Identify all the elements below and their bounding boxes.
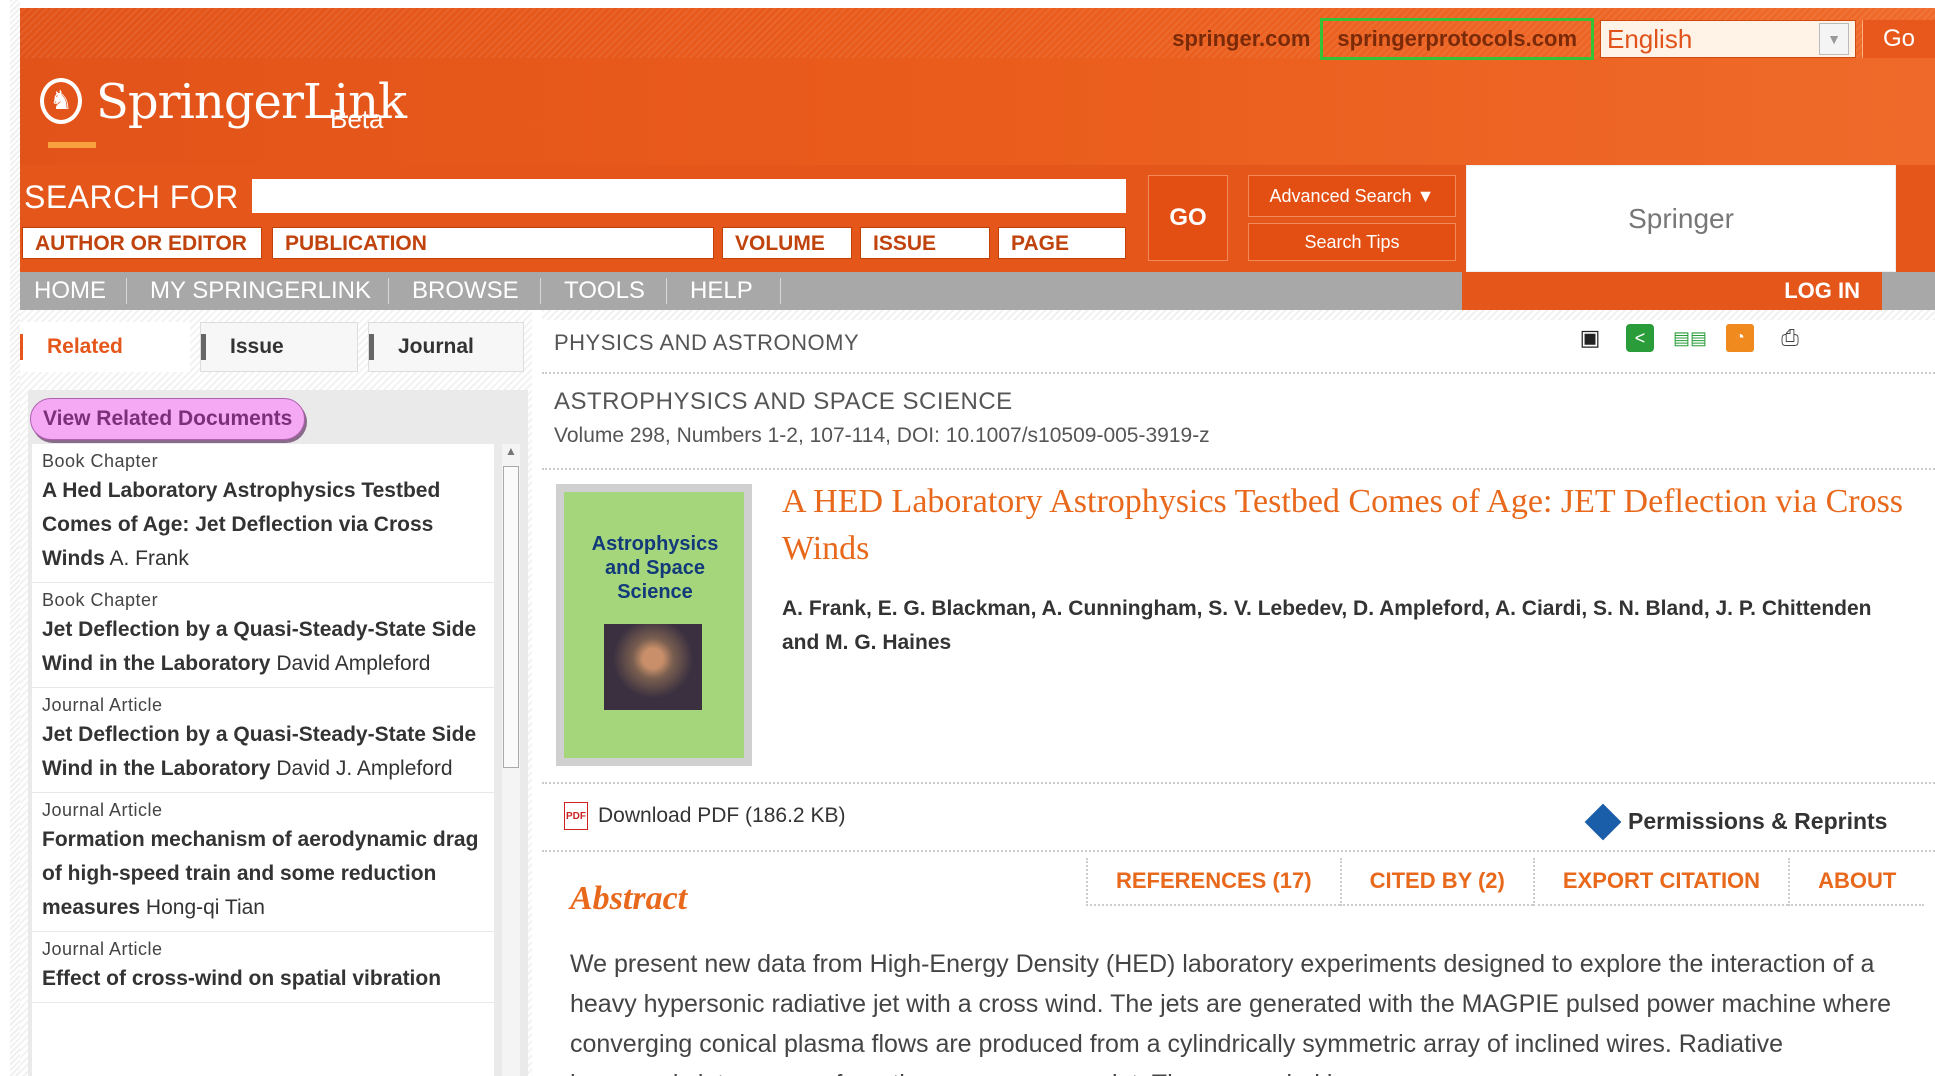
site-header: springer.com springerprotocols.com Engli… — [10, 8, 1935, 165]
issue-field-label: ISSUE — [873, 232, 937, 255]
springerprotocols-link[interactable]: springerprotocols.com — [1320, 18, 1594, 60]
item-author: David Ampleford — [276, 652, 431, 675]
abstract-heading: Abstract — [570, 880, 688, 917]
volume-info: Volume 298, Numbers 1-2, 107-114, DOI: 1… — [554, 424, 1210, 447]
list-item[interactable]: Journal Article Effect of cross-wind on … — [32, 932, 494, 1003]
save-icon[interactable]: ▣ — [1576, 324, 1604, 352]
item-author: Hong-qi Tian — [145, 896, 265, 919]
beta-label: Beta — [330, 104, 384, 134]
rss-icon[interactable]: ◔ — [1726, 324, 1754, 352]
volume-field-label: VOLUME — [735, 232, 825, 255]
nav-browse[interactable]: BROWSE — [412, 272, 519, 310]
permissions-icon — [1584, 803, 1622, 840]
permissions-link[interactable]: Permissions & Reprints — [1584, 803, 1888, 840]
tab-journal-label: Journal — [398, 335, 474, 358]
tab-cited-by[interactable]: CITED BY (2) — [1339, 858, 1533, 906]
volume-field[interactable]: VOLUME — [722, 227, 852, 259]
share-icon[interactable]: < — [1626, 324, 1654, 352]
knight-icon: ♞ — [40, 78, 82, 124]
download-label: Download PDF (186.2 KB) — [598, 804, 846, 827]
journal-cover[interactable]: Astrophysics and Space Science — [556, 484, 752, 766]
page-field[interactable]: PAGE — [998, 227, 1126, 259]
author-field[interactable]: AUTHOR OR EDITOR — [22, 227, 262, 259]
nav-home[interactable]: HOME — [34, 272, 106, 310]
tab-issue[interactable]: Issue — [200, 322, 358, 372]
search-go-button[interactable]: GO — [1148, 175, 1228, 261]
list-item[interactable]: Journal Article Formation mechanism of a… — [32, 793, 494, 932]
view-columns-icon[interactable]: ▤▤ — [1673, 324, 1707, 352]
logo-underline — [48, 142, 96, 148]
chevron-down-icon: ▼ — [1819, 23, 1849, 55]
nav-tools[interactable]: TOOLS — [564, 272, 645, 310]
publication-field[interactable]: PUBLICATION — [272, 227, 714, 259]
scroll-thumb[interactable] — [503, 466, 519, 768]
sidebar: Related Issue Journal View Related Docum… — [10, 310, 532, 1076]
list-item[interactable]: Journal Article Jet Deflection by a Quas… — [32, 688, 494, 793]
article-tabs: REFERENCES (17) CITED BY (2) EXPORT CITA… — [1086, 858, 1925, 906]
related-scrollbar[interactable]: ▲ — [502, 444, 520, 1076]
permissions-label: Permissions & Reprints — [1628, 808, 1888, 834]
author-field-label: AUTHOR OR EDITOR — [35, 232, 247, 255]
publication-field-label: PUBLICATION — [285, 232, 427, 255]
toolbar-icons: ▣ < ▤▤ ◔ ⎙ — [1576, 324, 1804, 352]
tab-references[interactable]: REFERENCES (17) — [1086, 858, 1340, 906]
language-value: English — [1607, 23, 1693, 54]
article-authors: A. Frank, E. G. Blackman, A. Cunningham,… — [782, 597, 1872, 654]
nav-my-springerlink[interactable]: MY SPRINGERLINK — [150, 272, 371, 310]
top-links: springer.com springerprotocols.com Engli… — [1162, 16, 1935, 62]
search-tips-button[interactable]: Search Tips — [1248, 223, 1456, 261]
advanced-search-button[interactable]: Advanced Search ▼ — [1248, 175, 1456, 217]
download-pdf-link[interactable]: PDF Download PDF (186.2 KB) — [564, 802, 845, 830]
springer-institution-box: Springer — [1466, 165, 1896, 272]
item-type: Journal Article — [42, 800, 163, 820]
item-type: Journal Article — [42, 939, 163, 959]
tab-export-citation[interactable]: EXPORT CITATION — [1532, 858, 1789, 906]
item-type: Journal Article — [42, 695, 163, 715]
article-title: A HED Laboratory Astrophysics Testbed Co… — [782, 483, 1904, 567]
item-title[interactable]: A Hed Laboratory Astrophysics Testbed Co… — [42, 479, 440, 570]
view-related-button[interactable]: View Related Documents — [30, 398, 306, 440]
list-item[interactable]: Book Chapter Jet Deflection by a Quasi-S… — [32, 583, 494, 688]
tab-issue-label: Issue — [230, 335, 284, 358]
abstract-text: We present new data from High-Energy Den… — [570, 950, 1892, 1076]
category-breadcrumb[interactable]: PHYSICS AND ASTRONOMY — [554, 330, 859, 356]
tab-about[interactable]: ABOUT — [1788, 858, 1925, 906]
item-type: Book Chapter — [42, 451, 159, 471]
tab-related[interactable]: Related — [18, 322, 190, 372]
nav-help[interactable]: HELP — [690, 272, 753, 310]
language-go-button[interactable]: Go — [1862, 20, 1935, 58]
search-bar: SEARCH FOR AUTHOR OR EDITOR PUBLICATION … — [10, 165, 1935, 272]
page: springer.com springerprotocols.com Engli… — [10, 0, 1935, 1076]
list-item[interactable]: Book Chapter A Hed Laboratory Astrophysi… — [32, 444, 494, 583]
item-author: David J. Ampleford — [276, 757, 453, 780]
springer-com-link[interactable]: springer.com — [1162, 26, 1320, 52]
tab-journal[interactable]: Journal — [368, 322, 524, 372]
print-icon[interactable]: ⎙ — [1776, 324, 1804, 352]
page-field-label: PAGE — [1011, 232, 1069, 255]
related-list: Book Chapter A Hed Laboratory Astrophysi… — [32, 444, 494, 1076]
main-content: PHYSICS AND ASTRONOMY ▣ < ▤▤ ◔ ⎙ ASTROPH… — [542, 310, 1935, 1076]
related-panel: View Related Documents Book Chapter A He… — [28, 390, 528, 1076]
item-author: A. Frank — [109, 547, 189, 570]
login-button[interactable]: LOG IN — [1462, 272, 1882, 310]
cover-image — [604, 624, 702, 710]
pdf-icon: PDF — [564, 802, 588, 830]
item-title[interactable]: Effect of cross-wind on spatial vibratio… — [42, 967, 441, 990]
search-label: SEARCH FOR — [24, 179, 239, 215]
search-input[interactable] — [252, 179, 1126, 213]
language-select[interactable]: English ▼ — [1600, 20, 1856, 58]
main-nav: HOME MY SPRINGERLINK BROWSE TOOLS HELP L… — [10, 272, 1935, 310]
journal-title[interactable]: ASTROPHYSICS AND SPACE SCIENCE — [554, 388, 1013, 416]
cover-title: Astrophysics and Space Science — [591, 533, 719, 603]
tab-related-label: Related — [47, 335, 123, 358]
issue-field[interactable]: ISSUE — [860, 227, 990, 259]
scroll-up-icon[interactable]: ▲ — [502, 444, 520, 462]
item-type: Book Chapter — [42, 590, 159, 610]
